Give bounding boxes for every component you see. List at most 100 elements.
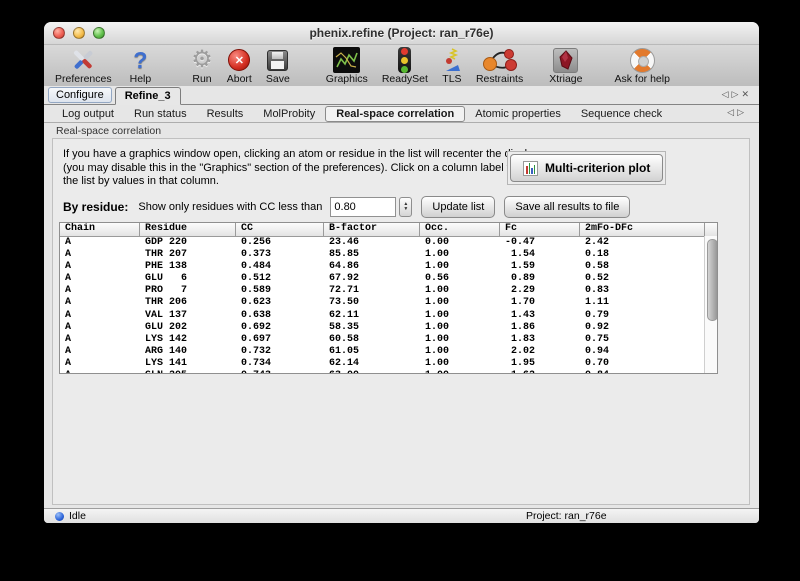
table-cell: 0.484 — [236, 261, 324, 273]
main-tab-bar: Configure Refine_3 ◁▷✕ — [44, 86, 759, 105]
table-cell: A — [60, 334, 140, 346]
sub-tab-bar: Log output Run status Results MolProbity… — [44, 105, 759, 123]
table-cell: 72.71 — [324, 285, 420, 297]
tab-atomic-properties[interactable]: Atomic properties — [465, 107, 571, 121]
graphics-button[interactable]: Graphics — [321, 47, 373, 85]
crystal-icon — [553, 47, 578, 73]
table-row[interactable]: AGDP 2200.25623.460.00-0.472.42 — [60, 237, 717, 249]
table-row[interactable]: AGLU 60.51267.920.56 0.890.52 — [60, 273, 717, 285]
tab-close-button[interactable]: ✕ — [741, 89, 752, 99]
tab-log-output[interactable]: Log output — [52, 107, 124, 121]
column-header-chain[interactable]: Chain — [60, 223, 140, 236]
molecule-graphics-icon — [333, 47, 360, 73]
subtab-scroll-left-button[interactable]: ◁ — [727, 107, 737, 117]
column-header-b-factor[interactable]: B-factor — [324, 223, 420, 236]
table-cell: A — [60, 237, 140, 249]
gear-icon: ⚙ — [191, 47, 213, 73]
toolbar: Preferences ? Help ⚙ Run ✕ Abort Save Gr… — [44, 45, 759, 88]
tab-configure[interactable]: Configure — [48, 87, 112, 103]
ask-for-help-button[interactable]: Ask for help — [609, 47, 674, 85]
table-cell: 0.52 — [580, 273, 705, 285]
stop-x-icon: ✕ — [228, 47, 250, 73]
table-cell: 0.732 — [236, 346, 324, 358]
update-list-button[interactable]: Update list — [421, 196, 495, 218]
restraints-button[interactable]: Restraints — [471, 47, 528, 85]
table-row[interactable]: ALYS 1420.69760.581.00 1.830.75 — [60, 334, 717, 346]
table-cell: 0.638 — [236, 310, 324, 322]
status-led-icon — [55, 512, 64, 521]
table-row[interactable]: AVAL 1370.63862.111.00 1.430.79 — [60, 310, 717, 322]
tab-scroll-right-button[interactable]: ▷ — [732, 89, 742, 99]
table-cell: 62.11 — [324, 310, 420, 322]
table-cell: GLU 202 — [140, 322, 236, 334]
tab-molprobity[interactable]: MolProbity — [253, 107, 325, 121]
tls-button[interactable]: TLS — [437, 47, 467, 85]
table-cell: A — [60, 273, 140, 285]
table-row[interactable]: ATHR 2060.62373.501.00 1.701.11 — [60, 297, 717, 309]
tab-real-space-correlation[interactable]: Real-space correlation — [325, 106, 465, 122]
table-cell: LYS 141 — [140, 358, 236, 370]
table-cell: 0.692 — [236, 322, 324, 334]
help-button[interactable]: ? Help — [125, 47, 157, 85]
table-cell: 73.50 — [324, 297, 420, 309]
table-cell: A — [60, 322, 140, 334]
column-header-occ[interactable]: Occ. — [420, 223, 500, 236]
table-row[interactable]: APRO 70.58972.711.00 2.290.83 — [60, 285, 717, 297]
save-all-results-button[interactable]: Save all results to file — [504, 196, 630, 218]
tab-results[interactable]: Results — [197, 107, 254, 121]
cc-threshold-input[interactable] — [330, 197, 396, 217]
table-cell: THR 206 — [140, 297, 236, 309]
preferences-button[interactable]: Preferences — [50, 47, 117, 85]
table-cell: 1.00 — [420, 346, 500, 358]
table-cell: 1.43 — [500, 310, 580, 322]
xtriage-button[interactable]: Xtriage — [544, 47, 587, 85]
table-cell: PRO 7 — [140, 285, 236, 297]
tab-refine-3[interactable]: Refine_3 — [115, 87, 181, 105]
section-label: Real-space correlation — [56, 125, 161, 137]
table-cell: A — [60, 310, 140, 322]
table-cell: 1.00 — [420, 370, 500, 374]
table-row[interactable]: AGLU 2020.69258.351.00 1.860.92 — [60, 322, 717, 334]
tab-run-status[interactable]: Run status — [124, 107, 197, 121]
table-row[interactable]: AARG 1400.73261.051.00 2.020.94 — [60, 346, 717, 358]
tab-sequence-check[interactable]: Sequence check — [571, 107, 672, 121]
tab-scroll-left-button[interactable]: ◁ — [722, 89, 732, 99]
table-cell: 1.59 — [500, 261, 580, 273]
save-button[interactable]: Save — [261, 47, 295, 85]
column-header-2mfo-dfc[interactable]: 2mFo-DFc — [580, 223, 705, 236]
table-cell: 60.58 — [324, 334, 420, 346]
table-cell: THR 207 — [140, 249, 236, 261]
run-button[interactable]: ⚙ Run — [186, 47, 218, 85]
table-row[interactable]: ALYS 1410.73462.141.00 1.950.70 — [60, 358, 717, 370]
scrollbar-thumb[interactable] — [707, 239, 718, 321]
table-row[interactable]: APHE 1380.48464.861.00 1.590.58 — [60, 261, 717, 273]
table-cell: 1.62 — [500, 370, 580, 374]
bar-chart-icon — [523, 161, 538, 176]
cc-filter-label: Show only residues with CC less than — [138, 201, 322, 213]
abort-button[interactable]: ✕ Abort — [222, 47, 257, 85]
table-row[interactable]: ATHR 2070.37385.851.00 1.540.18 — [60, 249, 717, 261]
table-scrollbar[interactable] — [704, 236, 717, 373]
table-cell: 2.29 — [500, 285, 580, 297]
table-cell: 67.92 — [324, 273, 420, 285]
table-cell: A — [60, 358, 140, 370]
table-cell: 1.83 — [500, 334, 580, 346]
table-body: AGDP 2200.25623.460.00-0.472.42ATHR 2070… — [60, 237, 717, 374]
cc-threshold-stepper[interactable]: ▲▼ — [399, 197, 412, 217]
multi-criterion-plot-button[interactable]: Multi-criterion plot — [510, 154, 663, 182]
status-bar: Idle Project: ran_r76e — [44, 508, 759, 523]
subtab-scroll-right-button[interactable]: ▷ — [737, 107, 747, 117]
table-cell: 0.94 — [580, 346, 705, 358]
column-header-fc[interactable]: Fc — [500, 223, 580, 236]
column-header-residue[interactable]: Residue — [140, 223, 236, 236]
table-row[interactable]: AGLN 2050.74363.001.00 1.620.84 — [60, 370, 717, 374]
residue-table: Chain Residue CC B-factor Occ. Fc 2mFo-D… — [59, 222, 718, 374]
table-cell: 62.14 — [324, 358, 420, 370]
table-cell: 0.256 — [236, 237, 324, 249]
title-bar[interactable]: phenix.refine (Project: ran_r76e) — [44, 22, 759, 45]
column-header-cc[interactable]: CC — [236, 223, 324, 236]
readyset-button[interactable]: ReadySet — [377, 47, 433, 85]
table-cell: 0.56 — [420, 273, 500, 285]
table-cell: A — [60, 285, 140, 297]
tls-icon — [442, 47, 462, 73]
